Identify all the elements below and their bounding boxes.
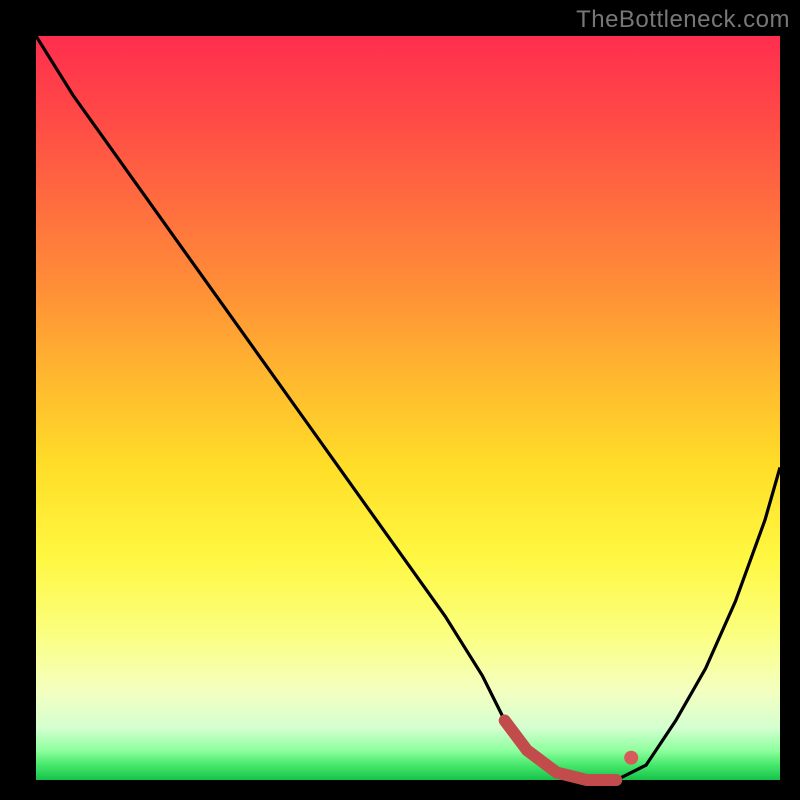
plot-area — [36, 36, 780, 780]
chart-svg — [36, 36, 780, 780]
outer-frame: TheBottleneck.com — [0, 0, 800, 800]
bottleneck-curve — [36, 36, 780, 780]
watermark-text: TheBottleneck.com — [576, 6, 790, 34]
optimal-zone-end-marker — [624, 751, 638, 765]
optimal-zone-highlight — [505, 721, 617, 781]
